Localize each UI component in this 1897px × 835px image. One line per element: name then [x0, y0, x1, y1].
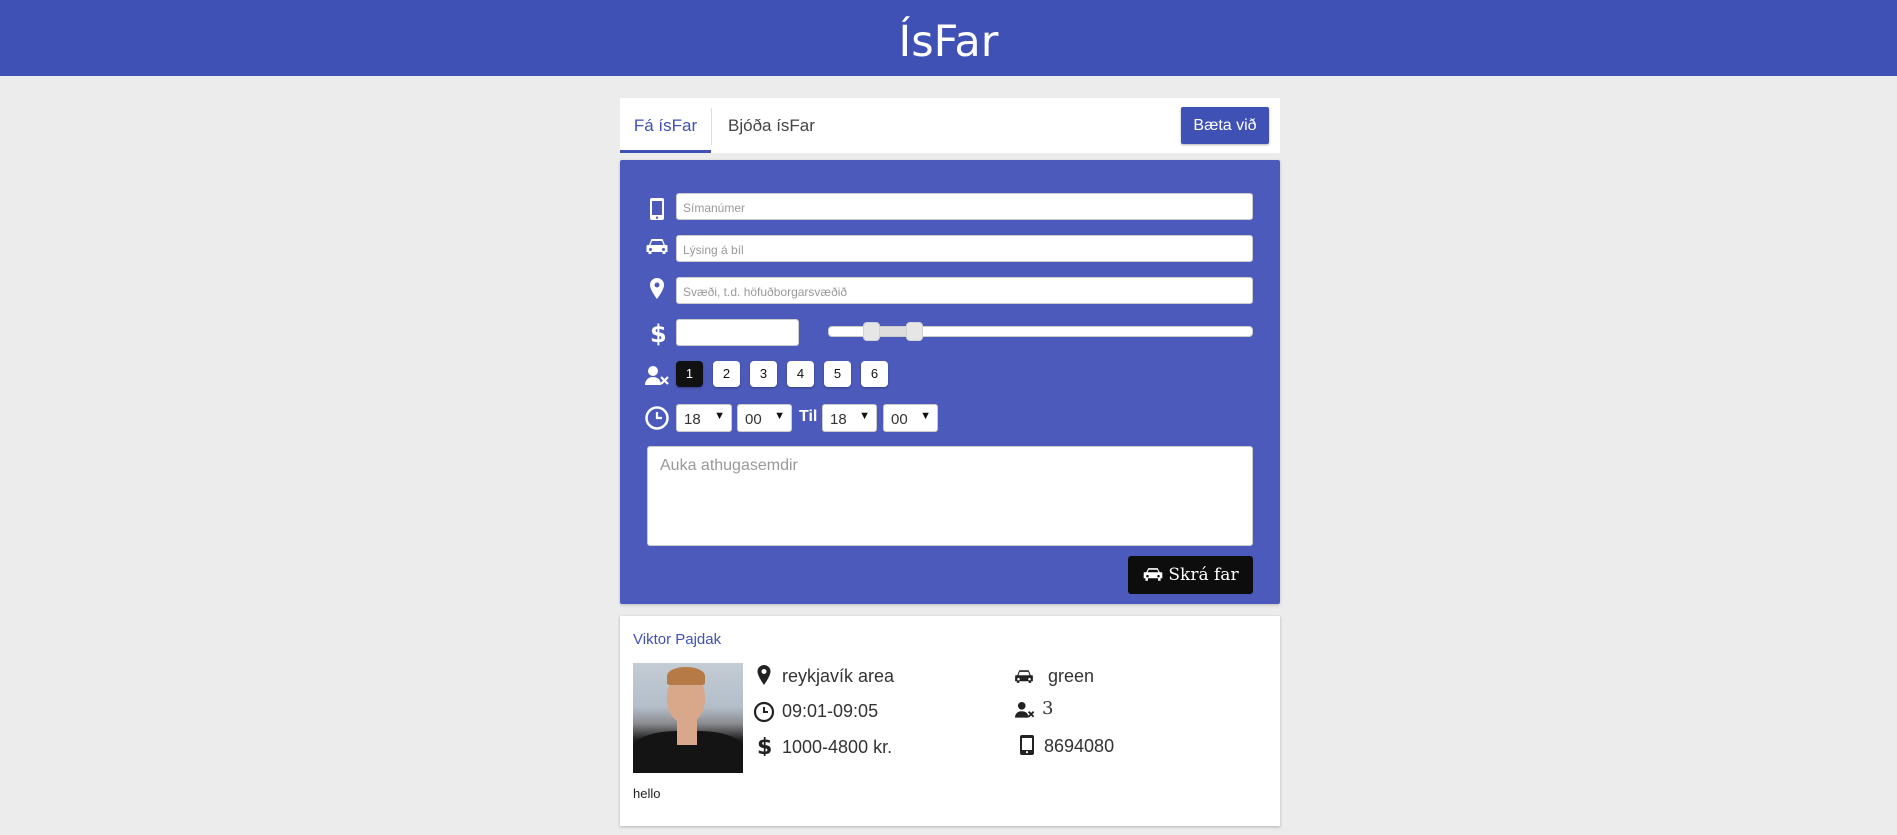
- listing-seats: 3: [1042, 698, 1054, 719]
- from-hour-value: 18: [684, 411, 701, 428]
- comments-textarea[interactable]: Auka athugasemdir: [647, 446, 1253, 546]
- seat-option-4[interactable]: 4: [787, 361, 814, 387]
- to-minute-select[interactable]: 00 ▼: [883, 404, 938, 432]
- price-range-slider[interactable]: [828, 322, 1253, 341]
- clock-icon: [644, 405, 670, 431]
- app-header: ÍsFar: [0, 0, 1897, 76]
- listing-phone: 8694080: [1044, 736, 1115, 756]
- car-icon: [1013, 666, 1035, 688]
- tab-divider: [711, 108, 712, 145]
- listing-time: 09:01-09:05: [782, 701, 879, 721]
- listing-car: green: [1048, 666, 1095, 686]
- mobile-phone-icon: [1016, 734, 1038, 756]
- to-minute-value: 00: [891, 411, 908, 428]
- app-title: ÍsFar: [898, 17, 999, 67]
- submit-ride-button[interactable]: Skrá far: [1128, 556, 1253, 594]
- slider-min-handle[interactable]: [863, 322, 880, 341]
- listing-price: 1000-4800 kr.: [782, 737, 893, 757]
- chevron-down-icon: ▼: [714, 410, 725, 422]
- seat-option-5[interactable]: 5: [824, 361, 851, 387]
- user-times-icon: [644, 363, 670, 389]
- seat-option-6[interactable]: 6: [861, 361, 888, 387]
- from-hour-select[interactable]: 18 ▼: [676, 404, 732, 432]
- car-description-input[interactable]: Lýsing á bíl: [676, 235, 1253, 262]
- map-pin-icon: [644, 276, 670, 302]
- dollar-icon: $: [644, 320, 670, 348]
- area-input[interactable]: Svæði, t.d. höfuðborgarsvæðið: [676, 277, 1253, 304]
- price-input[interactable]: [676, 319, 799, 346]
- seat-option-2[interactable]: 2: [713, 361, 740, 387]
- car-icon: [644, 234, 670, 260]
- phone-input[interactable]: Símanúmer: [676, 193, 1253, 220]
- listing-area: reykjavík area: [782, 666, 895, 686]
- mobile-phone-icon: [644, 196, 670, 222]
- chevron-down-icon: ▼: [774, 410, 785, 422]
- ride-form: Símanúmer Lýsing á bíl Svæði, t.d. höfuð…: [620, 160, 1280, 604]
- slider-max-handle[interactable]: [906, 322, 923, 341]
- submit-label: Skrá far: [1168, 565, 1239, 585]
- tab-offer-ride[interactable]: Bjóða ísFar: [728, 98, 815, 153]
- add-button[interactable]: Bæta við: [1181, 107, 1269, 144]
- svg-text:$: $: [650, 320, 667, 346]
- ride-listing-card: Viktor Pajdak reykjavík area 09:01-09:05…: [620, 616, 1280, 826]
- dollar-icon: $: [753, 734, 775, 760]
- chevron-down-icon: ▼: [920, 410, 931, 422]
- svg-text:$: $: [757, 735, 772, 756]
- tab-get-ride[interactable]: Fá ísFar: [620, 98, 711, 153]
- taxi-icon: [1144, 568, 1163, 581]
- from-minute-value: 00: [745, 411, 762, 428]
- seat-option-3[interactable]: 3: [750, 361, 777, 387]
- listing-note: hello: [633, 786, 661, 801]
- from-minute-select[interactable]: 00 ▼: [737, 404, 792, 432]
- clock-icon: [753, 701, 775, 723]
- til-label: Til: [799, 408, 818, 425]
- seat-option-1[interactable]: 1: [676, 361, 703, 387]
- to-hour-select[interactable]: 18 ▼: [822, 404, 877, 432]
- map-pin-icon: [753, 664, 775, 686]
- to-hour-value: 18: [830, 411, 847, 428]
- tab-bar: Fá ísFar Bjóða ísFar Bæta við: [620, 98, 1280, 153]
- chevron-down-icon: ▼: [859, 410, 870, 422]
- driver-name[interactable]: Viktor Pajdak: [633, 631, 721, 648]
- user-times-icon: [1015, 699, 1037, 721]
- avatar: [633, 663, 743, 773]
